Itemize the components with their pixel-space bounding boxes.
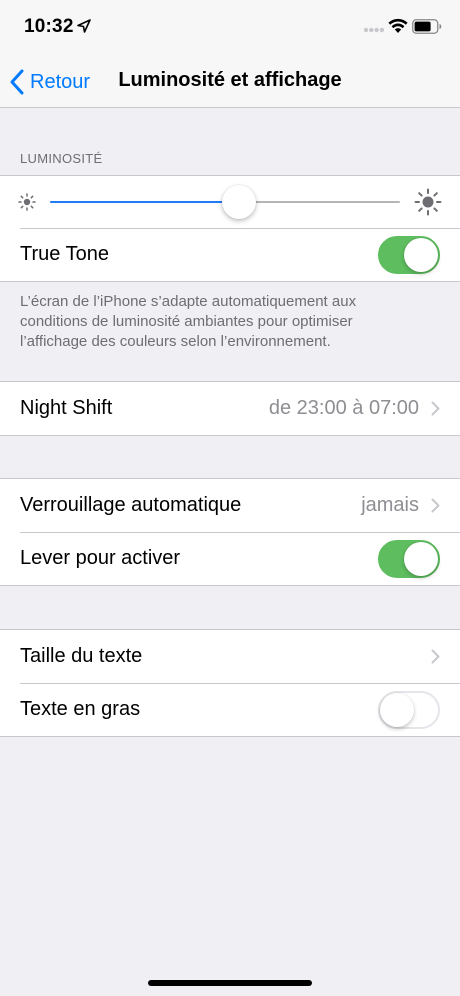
auto-lock-row[interactable]: Verrouillage automatique jamais <box>0 479 460 532</box>
page-title: Luminosité et affichage <box>118 69 342 91</box>
status-bar: 10:32 <box>0 0 460 56</box>
nav-bar: Retour Luminosité et affichage <box>0 56 460 108</box>
night-shift-value: de 23:00 à 07:00 <box>268 397 419 419</box>
toggle-knob <box>404 541 438 576</box>
lock-group: Verrouillage automatique jamais Lever po… <box>0 478 460 586</box>
bold-text-row: Texte en gras <box>0 683 460 736</box>
toggle-knob <box>404 237 438 272</box>
cellular-signal-icon <box>363 27 385 33</box>
true-tone-row: True Tone <box>0 228 460 281</box>
sun-large-icon <box>414 188 442 216</box>
bold-text-label: Texte en gras <box>20 698 141 720</box>
home-indicator[interactable] <box>148 980 312 986</box>
text-group: Taille du texte Texte en gras <box>0 629 460 737</box>
raise-to-wake-row: Lever pour activer <box>0 532 460 585</box>
raise-to-wake-toggle[interactable] <box>378 539 440 578</box>
toggle-knob <box>380 692 414 727</box>
battery-icon <box>412 19 442 34</box>
chevron-right-icon <box>431 649 440 664</box>
true-tone-footnote: L’écran de l’iPhone s’adapte automatique… <box>20 293 357 350</box>
text-size-row[interactable]: Taille du texte <box>0 630 460 683</box>
true-tone-label: True Tone <box>20 243 109 265</box>
auto-lock-label: Verrouillage automatique <box>20 494 242 516</box>
auto-lock-value: jamais <box>361 494 419 516</box>
bold-text-toggle[interactable] <box>378 690 440 729</box>
section-header-brightness: LUMINOSITÉ <box>20 151 103 166</box>
true-tone-toggle[interactable] <box>378 235 440 274</box>
wifi-icon <box>388 18 408 33</box>
night-shift-label: Night Shift <box>20 397 113 419</box>
night-shift-group: Night Shift de 23:00 à 07:00 <box>0 381 460 436</box>
night-shift-row[interactable]: Night Shift de 23:00 à 07:00 <box>0 382 460 435</box>
sun-small-icon <box>18 193 36 211</box>
location-arrow-icon <box>77 19 91 33</box>
brightness-slider-thumb[interactable] <box>222 185 256 219</box>
brightness-slider[interactable] <box>50 185 400 219</box>
brightness-slider-row <box>0 176 460 228</box>
brightness-group: True Tone <box>0 175 460 282</box>
chevron-right-icon <box>431 498 440 513</box>
status-time: 10:32 <box>24 16 74 37</box>
chevron-right-icon <box>431 401 440 416</box>
brightness-slider-fill <box>50 201 239 203</box>
text-size-label: Taille du texte <box>20 645 143 667</box>
raise-to-wake-label: Lever pour activer <box>20 547 181 569</box>
